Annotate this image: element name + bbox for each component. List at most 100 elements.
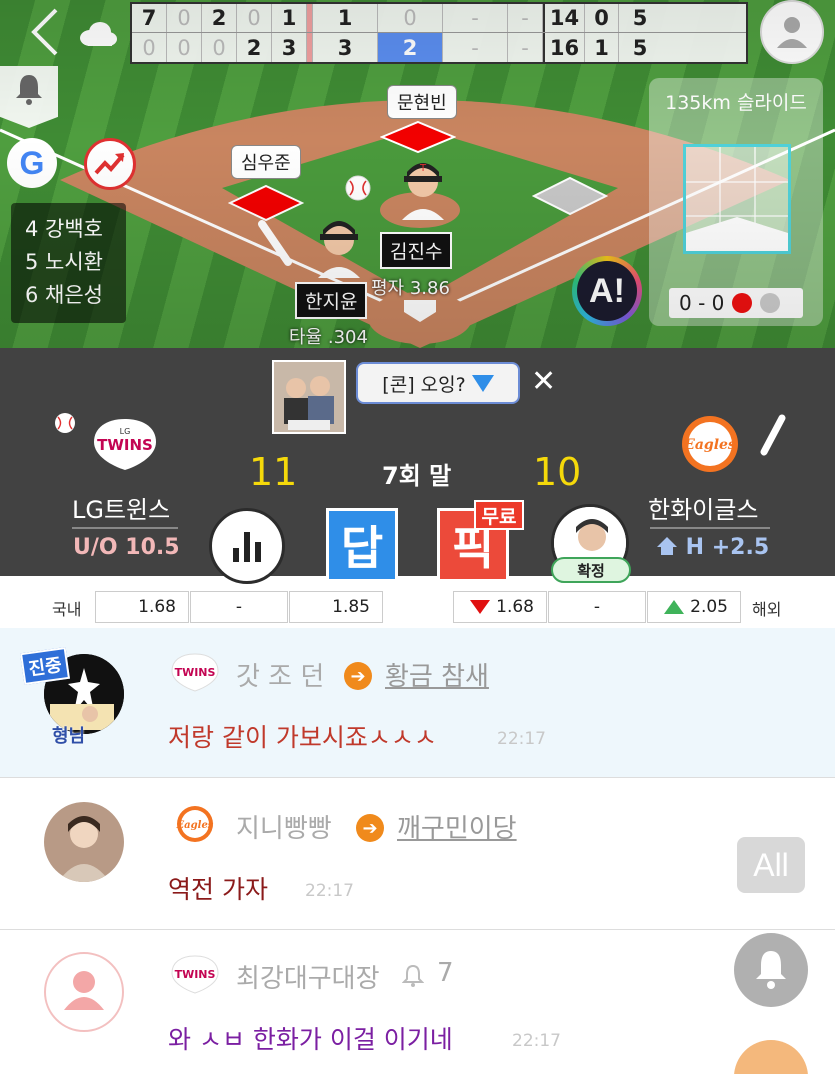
arrow-right-icon: ➔ [344,662,372,690]
dropdown-icon [471,374,494,392]
divider [72,527,178,529]
odds-overseas-home[interactable]: 2.05 [647,591,741,623]
reply-target[interactable]: 깨구민이당 [397,808,517,845]
chat-message[interactable]: Eagles 지니빵빵 ➔ 깨구민이당 역전 가자 22:17 [0,778,835,930]
rank-badge: 진중 [19,646,71,686]
home-icon [657,537,677,555]
odds-up-icon [664,600,685,614]
sb-total-errors: 5 [632,35,648,60]
username[interactable]: 갓 조 던 [236,656,324,693]
google-icon[interactable]: G [7,138,57,188]
svg-text:Eagles: Eagles [176,820,214,831]
home-team-name: 한화이글스 [648,496,759,524]
sb-cell: 0 [167,4,202,32]
pitcher-name: 김진수 [380,232,453,269]
chat-message[interactable]: 진중 형님 TWINS 갓 조 던 ➔ 황금 참새 저랑 같이 가보시죠ㅅㅅㅅ … [0,628,835,778]
pitch-panel: 135km 슬라이드 0 - 0 [649,78,823,326]
sb-cell: 0 [132,33,167,62]
username[interactable]: 최강대구대장 [236,958,380,995]
inning: 7회 말 [382,462,452,490]
ball-strike-count: 0 - 0 [669,288,803,318]
trend-button[interactable] [84,138,136,190]
bat-icon [258,220,292,266]
team-logo-twins: TWINS [171,653,219,692]
close-icon[interactable]: ✕ [531,364,556,399]
odds-overseas-draw[interactable]: - [548,591,646,623]
scoreboard-home-row: 0 0 0 2 3 3 2 - - 16 1 5 [132,33,746,62]
second-base-occupied [380,120,456,154]
batter-stat: 타율 .304 [289,327,368,348]
sb-cell: 3 [272,33,307,62]
alarm-fab[interactable] [734,933,808,1007]
trend-icon [94,153,125,175]
sb-cell: 0 [237,4,272,32]
away-team-name: LG트윈스 [72,496,171,524]
lineup-item: 4 강백호 [25,217,103,241]
sb-total-hits: 1 [585,33,619,62]
chat-message[interactable]: TWINS 최강대구대장 7 와 ㅅㅂ 한화가 이걸 이기네 22:17 [0,930,835,1074]
answer-button[interactable]: 답 [326,508,398,582]
sb-cell: 3 [313,33,378,62]
all-filter-button[interactable]: All [737,837,805,893]
confirm-badge: 확정 [551,557,631,583]
runner-first-label: 심우준 [231,145,301,179]
profile-button[interactable] [760,0,824,64]
svg-text:Eagles: Eagles [683,437,736,453]
count-text: 0 - 0 [679,291,725,315]
sb-cell: 0 [202,33,237,62]
ai-button[interactable]: A! [572,256,642,326]
out-dot [760,293,781,313]
user-level: 7 [437,958,454,988]
avatar [44,802,124,882]
odds-row: 국내 1.68 - 1.85 1.68 - 2.05 해외 [0,588,835,628]
odds-domestic-home[interactable]: 1.85 [289,591,383,623]
out-dot [732,293,753,313]
chat-room-select[interactable]: [콘] 오잉? [356,362,520,404]
level-bell-icon [402,964,424,987]
odds-domestic-away[interactable]: 1.68 [95,591,189,623]
odds-down-icon [470,600,491,614]
sb-total-runs: 14 [543,4,585,32]
back-icon[interactable] [26,4,66,60]
svg-text:TWINS: TWINS [97,436,153,454]
svg-text:TWINS: TWINS [175,968,216,981]
profile-icon [777,17,807,48]
odds-overseas-label: 해외 [752,600,782,619]
odds-value: 1.68 [496,597,534,617]
message-text: 역전 가자 [168,875,268,904]
stats-button[interactable] [209,508,285,584]
lg-twins-logo: LG TWINS [94,419,156,470]
chat-room-thumbnail[interactable] [272,360,346,434]
pitch-info: 135km 슬라이드 [665,92,807,114]
sb-cell: 1 [313,4,378,32]
svg-text:T: T [419,163,427,174]
sb-total-runs: 16 [543,33,585,62]
odds-value: 2.05 [690,597,728,617]
strike-zone [683,144,791,254]
batter-headshot [318,221,360,278]
svg-text:TWINS: TWINS [175,666,216,679]
message-text: 저랑 같이 가보시죠ㅅㅅㅅ [168,723,437,752]
team-logo-eagles: Eagles [176,806,214,842]
username[interactable]: 지니빵빵 [236,808,332,845]
baseball-icon [345,175,371,201]
bat-icon [760,414,786,456]
away-score: 11 [249,450,298,494]
odds-domestic-label: 국내 [52,600,82,619]
baseball-icon [55,413,75,433]
team-logo-twins: TWINS [171,955,219,994]
over-under-line: U/O 10.5 [73,535,180,560]
handicap-text: H +2.5 [685,535,770,560]
odds-overseas-away[interactable]: 1.68 [453,591,547,623]
bell-icon [756,951,786,989]
pitcher-stat: 평자 3.86 [371,278,450,299]
batter-name: 한지윤 [295,282,368,319]
reply-target[interactable]: 황금 참새 [385,656,489,693]
free-badge: 무료 [474,500,524,530]
bar-chart-icon [233,532,261,562]
sb-cell: 0 [378,4,443,32]
odds-domestic-draw[interactable]: - [190,591,288,623]
arrow-right-icon: ➔ [356,814,384,842]
notification-tab[interactable] [0,66,58,128]
sb-cell-current: 2 [378,33,443,62]
